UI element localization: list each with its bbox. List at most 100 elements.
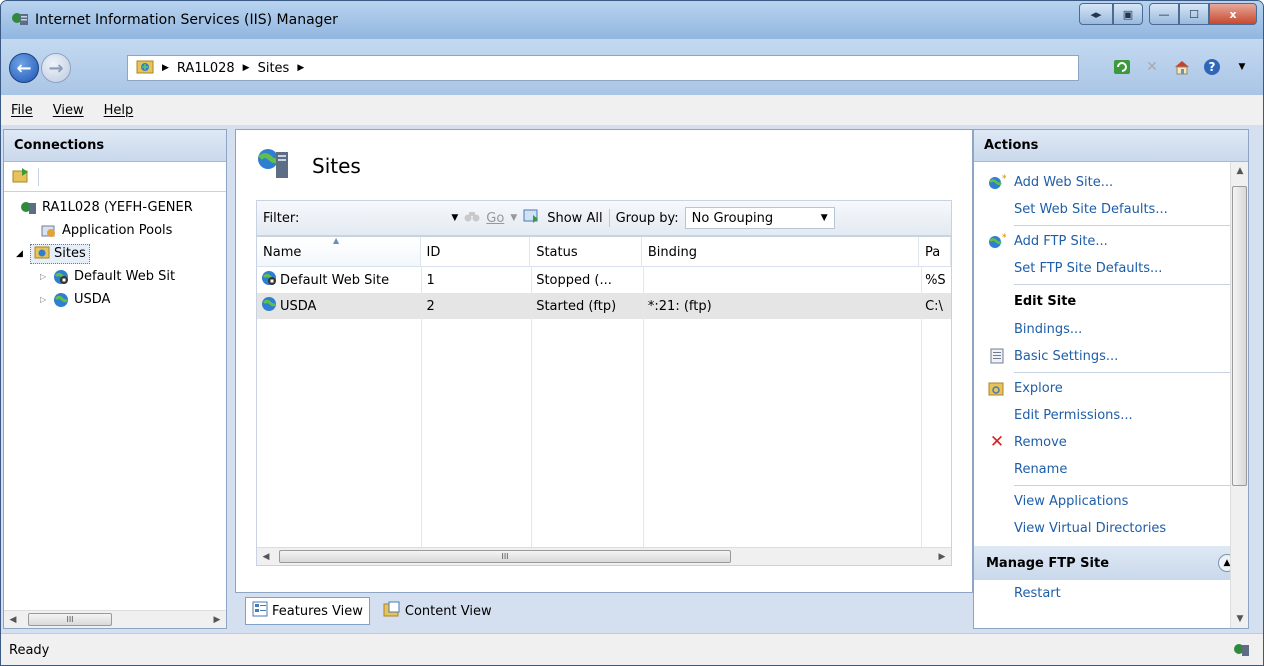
divider <box>608 209 610 227</box>
action-view-virtual-dirs[interactable]: View Virtual Directories <box>974 515 1248 542</box>
tree-node-app-pools[interactable]: Application Pools <box>6 219 226 242</box>
scroll-left-icon[interactable]: ◀ <box>257 548 275 566</box>
scroll-thumb[interactable] <box>1232 186 1247 486</box>
tab-content-view[interactable]: Content View <box>376 597 499 625</box>
tree-node-usda[interactable]: ▷ USDA <box>6 288 226 311</box>
connections-hscrollbar[interactable]: ◀ III ▶ <box>4 610 226 628</box>
action-edit-permissions[interactable]: Edit Permissions... <box>974 402 1248 429</box>
minimize-button[interactable]: — <box>1149 3 1179 25</box>
svg-text:*: * <box>1002 174 1006 184</box>
menu-help[interactable]: Help <box>104 103 134 118</box>
go-button[interactable]: Go <box>486 211 504 226</box>
table-row[interactable]: Default Web Site 1 Stopped (... %S <box>257 267 951 293</box>
action-basic-settings[interactable]: Basic Settings... <box>974 343 1248 370</box>
scroll-down-icon[interactable]: ▼ <box>1231 610 1248 628</box>
menu-view[interactable]: View <box>53 103 84 118</box>
forward-button[interactable]: → <box>41 53 71 83</box>
table-hscrollbar[interactable]: ◀ III ▶ <box>257 547 951 565</box>
column-header-id[interactable]: ID <box>421 237 531 266</box>
action-label: Add FTP Site... <box>1014 234 1108 249</box>
scroll-thumb[interactable]: III <box>28 613 112 626</box>
help-icon[interactable]: ? <box>1201 57 1223 77</box>
table-header: Name ▲ ID Status Binding Pa <box>257 237 951 267</box>
action-label: Bindings... <box>1014 322 1083 337</box>
switch-window-button[interactable]: ◂▸ <box>1079 3 1113 25</box>
column-divider <box>421 267 422 547</box>
tree-node-sites-selected[interactable]: Sites <box>30 243 90 264</box>
sites-folder-icon <box>34 245 50 263</box>
connect-icon[interactable] <box>12 167 30 187</box>
show-all-icon[interactable] <box>523 209 541 227</box>
scroll-up-icon[interactable]: ▲ <box>1231 162 1248 180</box>
expand-arrow-icon[interactable]: ▷ <box>40 295 52 304</box>
filter-input[interactable] <box>305 207 446 229</box>
actions-vscrollbar[interactable]: ▲ ▼ <box>1230 162 1248 628</box>
expand-arrow-icon[interactable]: ▷ <box>40 272 52 281</box>
connections-tree: RA1L028 (YEFH-GENER Application Pools ◢ … <box>4 192 226 311</box>
action-label: Edit Permissions... <box>1014 408 1133 423</box>
navigation-bar: ← → ▶ RA1L028 ▶ Sites ▶ ✕ ? ▼ <box>1 39 1263 95</box>
show-all-button[interactable]: Show All <box>547 211 602 226</box>
home-icon[interactable] <box>1171 57 1193 77</box>
back-button[interactable]: ← <box>9 53 39 83</box>
action-label: Set Web Site Defaults... <box>1014 202 1168 217</box>
iis-icon <box>11 11 29 27</box>
tree-node-server[interactable]: RA1L028 (YEFH-GENER <box>6 196 226 219</box>
action-view-applications[interactable]: View Applications <box>974 488 1248 515</box>
scroll-thumb[interactable]: III <box>279 550 731 563</box>
tab-label: Features View <box>272 603 363 619</box>
action-explore[interactable]: Explore <box>974 375 1248 402</box>
column-header-path[interactable]: Pa <box>919 237 951 266</box>
filter-dropdown-icon[interactable]: ▼ <box>451 213 458 223</box>
action-label: Explore <box>1014 381 1063 396</box>
filter-bar: Filter: ▼ Go ▼ Show All Group by: No Gro… <box>256 200 952 236</box>
breadcrumb-server[interactable]: RA1L028 <box>177 61 235 76</box>
add-globe-icon: * <box>988 174 1006 190</box>
column-header-name[interactable]: Name ▲ <box>257 237 421 266</box>
action-bindings[interactable]: Bindings... <box>974 316 1248 343</box>
divider <box>1014 485 1238 486</box>
settings-page-icon <box>988 348 1006 364</box>
scroll-right-icon[interactable]: ▶ <box>933 548 951 566</box>
app-pools-icon <box>40 223 58 239</box>
column-header-status[interactable]: Status <box>530 237 642 266</box>
action-remove[interactable]: ✕ Remove <box>974 429 1248 456</box>
scroll-left-icon[interactable]: ◀ <box>4 611 22 629</box>
action-rename[interactable]: Rename <box>974 456 1248 483</box>
breadcrumb-arrow-icon[interactable]: ▶ <box>243 63 250 73</box>
action-add-ftp-site[interactable]: * Add FTP Site... <box>974 228 1248 255</box>
column-header-binding[interactable]: Binding <box>642 237 920 266</box>
action-restart[interactable]: Restart <box>974 580 1248 607</box>
help-dropdown-icon[interactable]: ▼ <box>1231 57 1253 77</box>
group-by-select[interactable]: No Grouping ▼ <box>684 207 835 229</box>
binoculars-icon[interactable] <box>464 209 480 227</box>
address-bar[interactable]: ▶ RA1L028 ▶ Sites ▶ <box>127 55 1079 81</box>
connections-header: Connections <box>4 130 226 162</box>
connections-panel: Connections RA1L028 (YEFH-GENER Applicat… <box>3 129 227 629</box>
breadcrumb-arrow-icon[interactable]: ▶ <box>162 63 169 73</box>
scroll-right-icon[interactable]: ▶ <box>208 611 226 629</box>
refresh-icon[interactable] <box>1111 57 1133 77</box>
tab-features-view[interactable]: Features View <box>245 597 370 625</box>
table-row[interactable]: USDA 2 Started (ftp) *:21: (ftp) C:\ <box>257 293 951 319</box>
go-dropdown-icon[interactable]: ▼ <box>510 213 517 223</box>
action-add-web-site[interactable]: * Add Web Site... <box>974 169 1248 196</box>
close-button[interactable]: x <box>1209 3 1257 25</box>
menu-file[interactable]: File <box>11 103 33 118</box>
globe-icon <box>52 292 70 308</box>
action-set-web-defaults[interactable]: Set Web Site Defaults... <box>974 196 1248 223</box>
cell-path: %S <box>925 272 946 288</box>
actions-header: Actions <box>974 130 1248 162</box>
stop-icon[interactable]: ✕ <box>1141 57 1163 77</box>
divider <box>1014 284 1238 285</box>
tree-node-default-site[interactable]: ▷ Default Web Sit <box>6 265 226 288</box>
column-divider <box>531 267 532 547</box>
globe-icon <box>261 296 277 316</box>
tree-node-sites[interactable]: ◢ Sites <box>6 242 226 265</box>
maximize-button[interactable]: ☐ <box>1179 3 1209 25</box>
breadcrumb-sites[interactable]: Sites <box>258 61 290 76</box>
breadcrumb-arrow-icon[interactable]: ▶ <box>297 63 304 73</box>
snap-button[interactable]: ▣ <box>1113 3 1143 25</box>
action-set-ftp-defaults[interactable]: Set FTP Site Defaults... <box>974 255 1248 282</box>
collapse-arrow-icon[interactable]: ◢ <box>16 249 30 259</box>
